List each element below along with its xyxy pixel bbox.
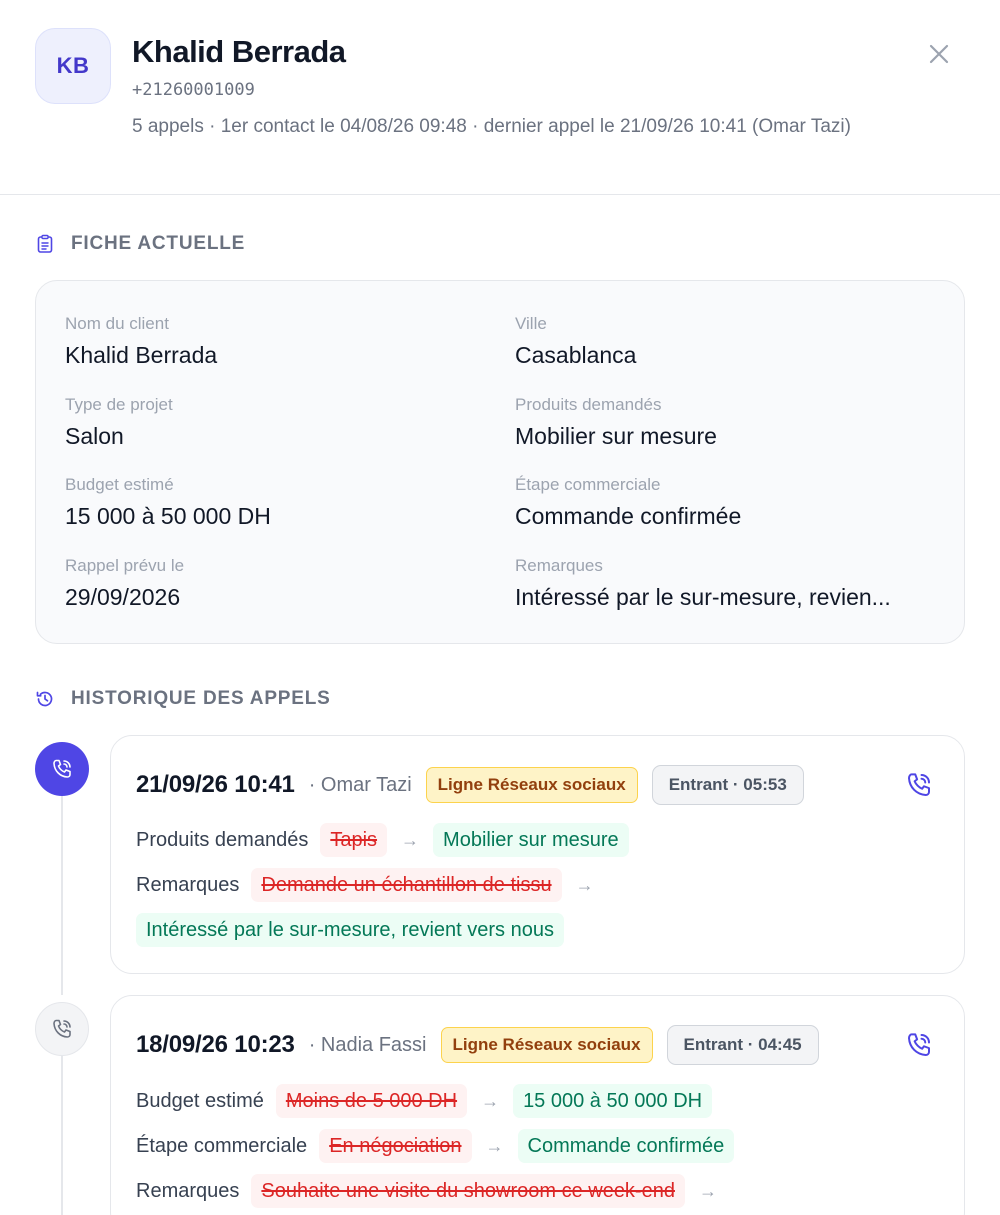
field-client-name: Nom du client Khalid Berrada [65, 314, 495, 369]
fiche-title: FICHE ACTUELLE [71, 233, 246, 254]
call-datetime: 21/09/26 10:41 [136, 771, 295, 798]
arrow-right-icon: → [698, 1180, 717, 1201]
field-stage: Étape commerciale Commande confirmée [515, 475, 945, 530]
field-label: Remarques [515, 556, 603, 575]
change-row: Produits demandés Tapis → Mobilier sur m… [136, 823, 629, 857]
phone-call-icon[interactable] [904, 1030, 934, 1060]
change-label: Budget estimé [136, 1089, 264, 1112]
change-row-continued: Intéressé par le sur-mesure, revient ver… [136, 913, 564, 947]
history-section-title: HISTORIQUE DES APPELS [35, 688, 331, 710]
field-value: Intéressé par le sur-mesure, revien... [515, 584, 891, 610]
timeline-line [61, 1055, 63, 1215]
old-value: Tapis [320, 823, 388, 857]
new-value: 15 000 à 50 000 DH [513, 1084, 713, 1118]
field-label: Type de projet [65, 395, 173, 414]
field-label: Budget estimé [65, 475, 174, 494]
contact-phone: +21260001009 [132, 80, 255, 100]
line-badge: Ligne Réseaux sociaux [425, 767, 638, 803]
timeline-line [61, 795, 63, 995]
field-value: Casablanca [515, 342, 637, 368]
phone-call-icon [53, 759, 71, 778]
field-label: Étape commerciale [515, 475, 661, 494]
change-row: Remarques Souhaite une visite du showroo… [136, 1174, 731, 1208]
avatar: KB [35, 28, 111, 104]
field-project-type: Type de projet Salon [65, 395, 495, 450]
fiche-section-title: FICHE ACTUELLE [35, 233, 245, 255]
close-button[interactable] [922, 37, 956, 71]
arrow-right-icon: → [485, 1135, 504, 1156]
change-row: Remarques Demande un échantillon de tiss… [136, 868, 608, 902]
change-label: Remarques [136, 873, 240, 896]
phone-call-icon[interactable] [904, 770, 934, 800]
old-value: Moins de 5 000 DH [275, 1084, 468, 1118]
field-label: Rappel prévu le [65, 556, 185, 575]
phone-call-icon [53, 1019, 71, 1038]
new-value: Commande confirmée [517, 1129, 735, 1163]
call-header: 18/09/26 10:23 · Nadia Fassi Ligne Résea… [136, 1025, 819, 1065]
direction-badge: Entrant · 04:45 [666, 1025, 819, 1065]
history-title: HISTORIQUE DES APPELS [71, 688, 331, 709]
field-value: Mobilier sur mesure [515, 423, 717, 449]
field-value: Commande confirmée [515, 503, 742, 529]
field-value: 15 000 à 50 000 DH [65, 503, 271, 529]
call-card[interactable]: 18/09/26 10:23 · Nadia Fassi Ligne Résea… [110, 995, 965, 1215]
field-value: 29/09/2026 [65, 584, 181, 610]
change-label: Étape commerciale [136, 1134, 308, 1157]
clipboard-icon [37, 234, 53, 253]
history-icon [36, 691, 53, 707]
call-agent: · Omar Tazi [308, 773, 412, 796]
field-label: Nom du client [65, 314, 169, 333]
field-city: Ville Casablanca [515, 314, 945, 369]
arrow-right-icon: → [481, 1090, 500, 1111]
change-label: Remarques [136, 1179, 240, 1202]
old-value: Souhaite une visite du showroom ce week-… [251, 1174, 685, 1208]
change-row: Budget estimé Moins de 5 000 DH → 15 000… [136, 1084, 713, 1118]
close-icon [929, 44, 949, 64]
field-value: Salon [65, 423, 124, 449]
change-label: Produits demandés [136, 828, 309, 851]
line-badge: Ligne Réseaux sociaux [440, 1027, 653, 1063]
contact-name: Khalid Berrada [132, 34, 346, 69]
new-value: Mobilier sur mesure [433, 823, 629, 857]
timeline-dot [35, 1002, 89, 1056]
old-value: En négociation [319, 1129, 472, 1163]
call-card[interactable]: 21/09/26 10:41 · Omar Tazi Ligne Réseaux… [110, 735, 965, 974]
field-callback-date: Rappel prévu le 29/09/2026 [65, 556, 495, 611]
change-row: Étape commerciale En négociation → Comma… [136, 1129, 735, 1163]
contact-summary: 5 appels · 1er contact le 04/08/26 09:48… [132, 116, 851, 137]
timeline-dot-active [35, 742, 89, 796]
field-budget: Budget estimé 15 000 à 50 000 DH [65, 475, 495, 530]
direction-badge: Entrant · 05:53 [651, 765, 804, 805]
new-value: Intéressé par le sur-mesure, revient ver… [136, 913, 564, 947]
old-value: Demande un échantillon de tissu [251, 868, 562, 902]
call-agent: · Nadia Fassi [308, 1033, 427, 1056]
arrow-right-icon: → [575, 874, 594, 895]
call-header: 21/09/26 10:41 · Omar Tazi Ligne Réseaux… [136, 765, 804, 805]
field-products: Produits demandés Mobilier sur mesure [515, 395, 945, 450]
field-label: Produits demandés [515, 395, 662, 414]
call-datetime: 18/09/26 10:23 [136, 1031, 295, 1058]
fiche-card: Nom du client Khalid Berrada Ville Casab… [35, 280, 965, 644]
contact-header: KB Khalid Berrada +21260001009 5 appels … [0, 0, 1000, 195]
field-remarks: Remarques Intéressé par le sur-mesure, r… [515, 556, 940, 611]
field-value: Khalid Berrada [65, 342, 218, 368]
arrow-right-icon: → [401, 829, 420, 850]
field-label: Ville [515, 314, 547, 333]
